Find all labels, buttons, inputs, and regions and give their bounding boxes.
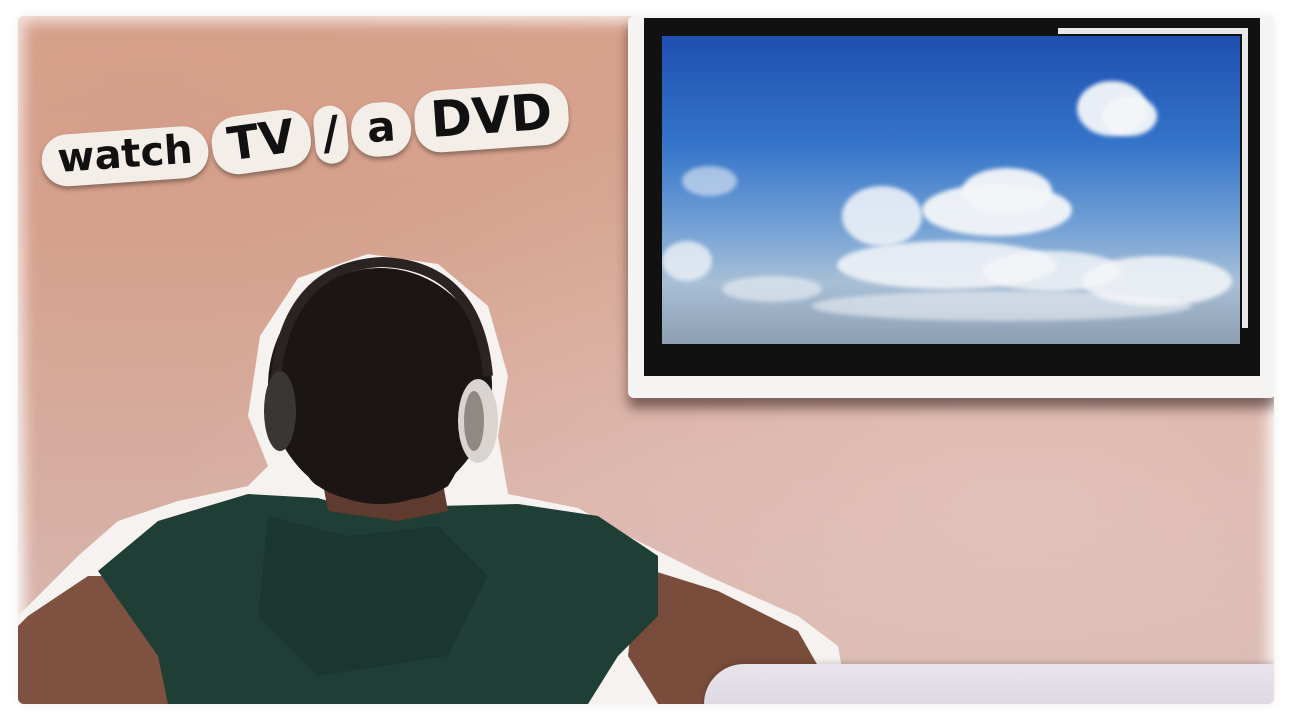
tv-reflection bbox=[1242, 28, 1248, 328]
caption-word-tv: TV bbox=[208, 106, 315, 178]
caption-slash: / bbox=[312, 104, 350, 165]
headphones-left-cup bbox=[264, 371, 296, 451]
caption-word-dvd: DVD bbox=[412, 81, 571, 155]
illustration-frame: watch TV / a DVD bbox=[18, 16, 1274, 704]
caption-word-watch: watch bbox=[39, 124, 211, 189]
tv-reflection bbox=[1058, 28, 1248, 34]
table-surface bbox=[704, 664, 1274, 704]
cloud bbox=[962, 168, 1052, 214]
caption-word-a: a bbox=[349, 100, 414, 159]
cloud bbox=[1102, 96, 1157, 136]
headphones-right-cup-inner bbox=[464, 391, 484, 451]
cloud bbox=[812, 291, 1192, 321]
